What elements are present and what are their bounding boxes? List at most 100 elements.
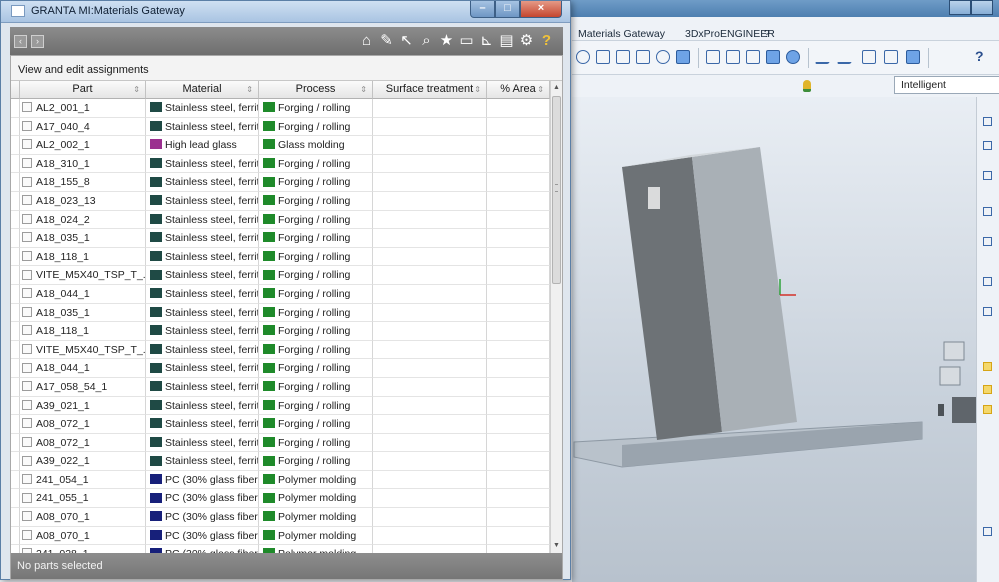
row-select-cell[interactable] (11, 247, 20, 267)
process-cell[interactable]: Forging / rolling (259, 359, 373, 378)
row-select-cell[interactable] (11, 526, 20, 546)
material-cell[interactable]: Stainless steel, ferrit... (146, 173, 259, 192)
material-cell[interactable]: Stainless steel, ferrit... (146, 99, 259, 118)
row-select-cell[interactable] (11, 229, 20, 248)
process-cell[interactable]: Forging / rolling (259, 117, 373, 137)
area-cell[interactable] (487, 359, 550, 378)
row-checkbox[interactable] (22, 306, 32, 317)
material-cell[interactable]: Stainless steel, ferrit... (146, 247, 259, 267)
revolve-icon[interactable] (983, 277, 992, 286)
surface-treatment-cell[interactable] (373, 284, 487, 304)
surface-treatment-cell[interactable] (373, 396, 487, 416)
scroll-up-arrow-icon[interactable]: ▲ (551, 81, 562, 95)
table-row[interactable]: A18_118_1 Stainless steel, ferrit... Forgi… (11, 247, 550, 267)
row-select-cell[interactable] (11, 284, 20, 304)
part-cell[interactable]: A18_044_1 (20, 359, 146, 378)
pointer-icon[interactable]: ↖ (398, 31, 415, 50)
surface-treatment-cell[interactable] (373, 229, 487, 248)
part-cell[interactable]: AL2_001_1 (20, 99, 146, 118)
pattern-icon[interactable] (983, 527, 992, 536)
surface-treatment-cell[interactable] (373, 433, 487, 453)
part-cell[interactable]: A18_035_1 (20, 229, 146, 248)
surface-treatment-cell[interactable] (373, 340, 487, 360)
table-row[interactable]: AL2_001_1 Stainless steel, ferrit... Forgi… (11, 99, 550, 118)
row-select-cell[interactable] (11, 508, 20, 527)
arc-icon[interactable] (983, 171, 992, 180)
part-cell[interactable]: A18_023_13 (20, 191, 146, 211)
part-cell[interactable]: A18_310_1 (20, 154, 146, 174)
surface-treatment-cell[interactable] (373, 470, 487, 490)
scroll-down-arrow-icon[interactable]: ▼ (551, 539, 562, 553)
cad-restore-button[interactable] (971, 0, 993, 15)
table-row[interactable]: A08_070_1 PC (30% glass fiber) Polymer mol… (11, 526, 550, 546)
forward-button[interactable]: › (31, 35, 44, 48)
table-row[interactable]: A08_070_1 PC (30% glass fiber) Polymer mol… (11, 508, 550, 527)
surface-treatment-cell[interactable] (373, 322, 487, 341)
area-cell[interactable] (487, 284, 550, 304)
maximize-button[interactable]: □ (495, 1, 520, 18)
area-cell[interactable] (487, 99, 550, 118)
material-cell[interactable]: Stainless steel, ferrit... (146, 210, 259, 230)
part-cell[interactable]: A18_044_1 (20, 284, 146, 304)
appearance-icon[interactable] (786, 50, 800, 64)
material-cell[interactable]: Stainless steel, ferrit... (146, 377, 259, 397)
surface-treatment-cell[interactable] (373, 508, 487, 527)
material-cell[interactable]: Stainless steel, ferrit... (146, 154, 259, 174)
datum-axis-icon[interactable] (836, 50, 858, 64)
row-select-cell[interactable] (11, 136, 20, 155)
part-cell[interactable]: A17_040_4 (20, 117, 146, 137)
row-checkbox[interactable] (22, 120, 32, 131)
minimize-button[interactable]: – (470, 1, 495, 18)
row-checkbox[interactable] (22, 139, 32, 150)
table-row[interactable]: AL2_002_1 High lead glass Glass molding (11, 136, 550, 155)
table-row[interactable]: A18_024_2 Stainless steel, ferrit... Forgi… (11, 210, 550, 230)
area-cell[interactable] (487, 136, 550, 155)
process-cell[interactable]: Forging / rolling (259, 247, 373, 267)
orient-icon[interactable] (656, 50, 670, 64)
material-cell[interactable]: Stainless steel, ferrit... (146, 229, 259, 248)
chart-icon[interactable]: ⊾ (478, 31, 495, 50)
area-cell[interactable] (487, 229, 550, 248)
row-checkbox[interactable] (22, 492, 32, 503)
row-select-cell[interactable] (11, 322, 20, 341)
row-select-cell[interactable] (11, 545, 20, 553)
settings-gear-icon[interactable]: ⚙ (518, 31, 535, 50)
material-cell[interactable]: Stainless steel, ferrit... (146, 284, 259, 304)
area-cell[interactable] (487, 452, 550, 471)
part-cell[interactable]: A18_024_2 (20, 210, 146, 230)
row-checkbox[interactable] (22, 529, 32, 540)
table-row[interactable]: 241_054_1 PC (30% glass fiber) Polymer mol… (11, 470, 550, 490)
dimension-icon[interactable] (983, 207, 992, 216)
row-select-cell[interactable] (11, 489, 20, 509)
pan-icon[interactable] (616, 50, 630, 64)
area-cell[interactable] (487, 415, 550, 434)
surface-treatment-cell[interactable] (373, 415, 487, 434)
row-checkbox[interactable] (22, 176, 32, 187)
row-select-cell[interactable] (11, 377, 20, 397)
table-row[interactable]: A17_058_54_1 Stainless steel, ferrit... Fo… (11, 377, 550, 397)
row-checkbox[interactable] (22, 250, 32, 261)
material-cell[interactable]: Stainless steel, ferrit... (146, 117, 259, 137)
surface-treatment-cell[interactable] (373, 545, 487, 553)
table-row[interactable]: A18_310_1 Stainless steel, ferrit... Forgi… (11, 154, 550, 174)
material-cell[interactable]: Stainless steel, ferrit... (146, 396, 259, 416)
row-checkbox[interactable] (22, 213, 32, 224)
zoom-window-icon[interactable] (596, 50, 610, 64)
area-cell[interactable] (487, 508, 550, 527)
process-cell[interactable]: Forging / rolling (259, 284, 373, 304)
wireframe-icon[interactable] (706, 50, 720, 64)
area-cell[interactable] (487, 433, 550, 453)
selection-filter-dropdown[interactable]: Intelligent (894, 76, 999, 94)
table-row[interactable]: A18_118_1 Stainless steel, ferrit... Forgi… (11, 322, 550, 341)
surface-treatment-cell[interactable] (373, 99, 487, 118)
table-row[interactable]: 241_055_1 PC (30% glass fiber) Polymer mol… (11, 489, 550, 509)
part-cell[interactable]: A17_058_54_1 (20, 377, 146, 397)
table-row[interactable]: VITE_M5X40_TSP_T_... Stainless steel, fer… (11, 266, 550, 285)
part-cell[interactable]: VITE_M5X40_TSP_T_... (20, 340, 146, 360)
process-cell[interactable]: Forging / rolling (259, 229, 373, 248)
surface-treatment-cell[interactable] (373, 452, 487, 471)
surface-treatment-cell[interactable] (373, 136, 487, 155)
material-cell[interactable]: Stainless steel, ferrit... (146, 433, 259, 453)
process-cell[interactable]: Forging / rolling (259, 322, 373, 341)
area-cell[interactable] (487, 340, 550, 360)
